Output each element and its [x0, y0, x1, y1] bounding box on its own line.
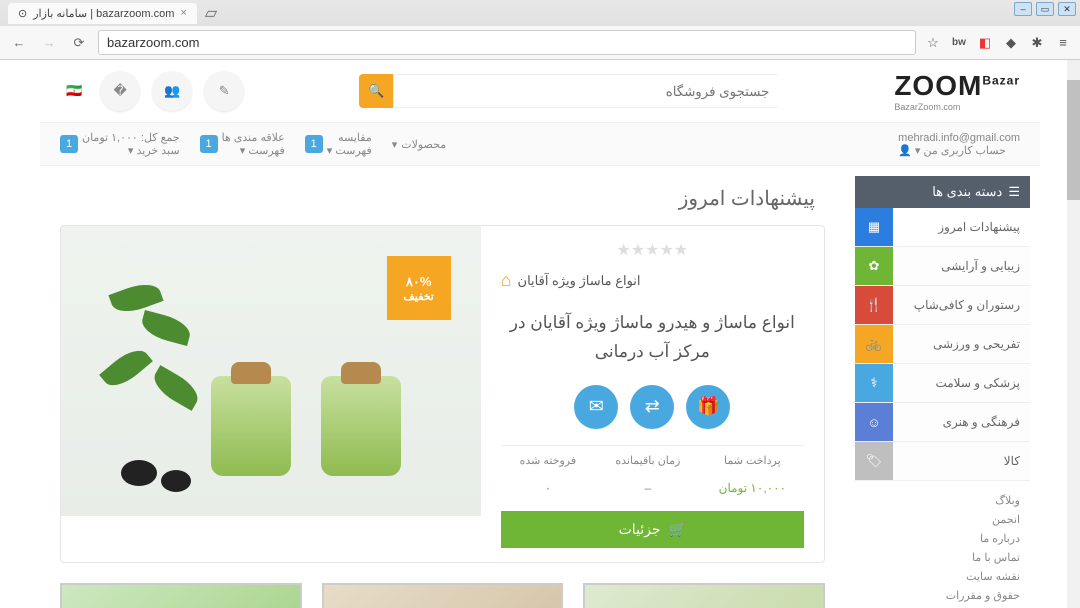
account-menu[interactable]: حساب کاربری من ▾ 👤: [898, 144, 1020, 157]
language-flag[interactable]: 🇮🇷: [60, 71, 88, 111]
deal-thumb[interactable]: [60, 583, 302, 608]
menu-icon[interactable]: ≡: [1054, 34, 1072, 52]
products-menu[interactable]: محصولات ▾: [392, 131, 446, 157]
retweet-button[interactable]: ⇄: [630, 385, 674, 429]
footer-link[interactable]: وبلاگ: [865, 491, 1020, 510]
tab-title: سامانه بازار | bazarzoom.com: [33, 7, 174, 20]
deal-category[interactable]: انواع ماساژ ویژه آقایان: [518, 273, 641, 289]
deal-sold: ۰: [501, 475, 595, 501]
settings-icon[interactable]: ✱: [1028, 34, 1046, 52]
category-icon: 🏷: [855, 442, 893, 480]
window-maximize[interactable]: ▭: [1036, 2, 1054, 16]
category-item[interactable]: پزشکی و سلامت⚕: [855, 364, 1030, 403]
deal-time: –: [595, 475, 701, 501]
scrollbar-thumb[interactable]: [1067, 80, 1080, 200]
email-button[interactable]: ✉: [574, 385, 618, 429]
compare-link[interactable]: مقایسه فهرست ▾ 1: [305, 131, 372, 157]
footer-link[interactable]: انجمن: [865, 510, 1020, 529]
search-icon: 🔍: [368, 83, 384, 99]
category-item[interactable]: پیشنهادات امروز▦: [855, 208, 1030, 247]
window-minimize[interactable]: –: [1014, 2, 1032, 16]
deal-image: ۸۰% تخفیف: [61, 226, 481, 516]
browser-tab[interactable]: ⊙ سامانه بازار | bazarzoom.com ×: [8, 3, 197, 24]
category-item[interactable]: تفریحی و ورزشی🚲: [855, 325, 1030, 364]
wishlist-badge: 1: [200, 135, 218, 153]
list-icon: ☰: [1008, 184, 1020, 200]
gift-button[interactable]: 🎁: [686, 385, 730, 429]
star-icon[interactable]: ☆: [924, 34, 942, 52]
rating-stars[interactable]: ★★★★★: [501, 240, 804, 260]
category-item[interactable]: رستوران و کافی‌شاپ🍴: [855, 286, 1030, 325]
category-icon: 🚲: [855, 325, 893, 363]
categories-header: ☰ دسته بندی ها: [855, 176, 1030, 208]
deal-thumb[interactable]: [583, 583, 825, 608]
back-button[interactable]: ←: [8, 32, 30, 54]
edit-icon[interactable]: ✎: [204, 71, 244, 111]
search-button[interactable]: 🔍: [359, 74, 393, 108]
address-bar[interactable]: bazarzoom.com: [98, 30, 916, 55]
category-icon: 🍴: [855, 286, 893, 324]
details-button[interactable]: 🛒 جزئیات: [501, 511, 804, 548]
category-item[interactable]: کالا🏷: [855, 442, 1030, 481]
footer-link[interactable]: نقشه سایت: [865, 567, 1020, 586]
user-icon: 👤: [898, 145, 912, 157]
ext-icon[interactable]: ◆: [1002, 34, 1020, 52]
ext-icon[interactable]: ◧: [976, 34, 994, 52]
ext-icon[interactable]: bw: [950, 34, 968, 52]
new-tab-button[interactable]: ▱: [197, 3, 225, 23]
deal-title: انواع ماساژ و هیدرو ماساژ ویژه آقایان در…: [501, 309, 804, 367]
footer-link[interactable]: تماس با ما: [865, 548, 1020, 567]
cart-link[interactable]: جمع کل: ۱,۰۰۰ تومان سبد خرید ▾ 1: [60, 131, 180, 157]
deal-info-table: پرداخت شما زمان باقیمانده فروخته شده ۱۰,…: [501, 445, 804, 501]
footer-link[interactable]: درباره ما: [865, 529, 1020, 548]
category-icon: ▦: [855, 208, 893, 246]
tab-favicon: ⊙: [18, 7, 27, 20]
window-controls: – ▭ ✕: [1014, 2, 1076, 16]
category-icon: ⚕: [855, 364, 893, 402]
category-item[interactable]: فرهنگی و هنری☺: [855, 403, 1030, 442]
users-icon[interactable]: 👥: [152, 71, 192, 111]
category-icon: ✿: [855, 247, 893, 285]
scrollbar[interactable]: [1067, 60, 1080, 608]
account-email: mehradi.info@gmail.com: [898, 132, 1020, 144]
window-close[interactable]: ✕: [1058, 2, 1076, 16]
tab-close-icon[interactable]: ×: [180, 7, 186, 19]
cart-icon: 🛒: [669, 521, 686, 538]
deal-thumb[interactable]: [322, 583, 564, 608]
wishlist-link[interactable]: علاقه مندی ها فهرست ▾ 1: [200, 131, 285, 157]
cart-badge: 1: [60, 135, 78, 153]
page-title: پیشنهادات امروز: [50, 176, 835, 225]
logo-subtitle: BazarZoom.com: [894, 102, 1020, 112]
deal-card: ★★★★★ انواع ماساژ ویژه آقایان ⌂ انواع ما…: [60, 225, 825, 563]
home-icon: ⌂: [501, 270, 512, 291]
category-icon: ☺: [855, 403, 893, 441]
search-input[interactable]: [393, 74, 779, 108]
reload-button[interactable]: ⟳: [68, 32, 90, 54]
compare-badge: 1: [305, 135, 323, 153]
sitemap-icon[interactable]: �⴮: [100, 71, 140, 111]
deal-price: ۱۰,۰۰۰ تومان: [701, 475, 804, 501]
discount-badge: ۸۰% تخفیف: [387, 256, 451, 320]
category-item[interactable]: زیبایی و آرایشی✿: [855, 247, 1030, 286]
footer-link[interactable]: حقوق و مقررات: [865, 586, 1020, 605]
logo[interactable]: ZOOMBazar BazarZoom.com: [894, 70, 1020, 112]
forward-button[interactable]: →: [38, 32, 60, 54]
